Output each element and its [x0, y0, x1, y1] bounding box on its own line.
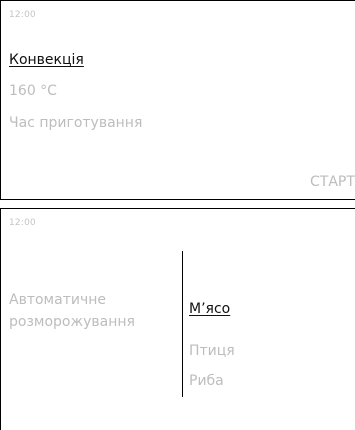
mode-convection[interactable]: Конвекція — [9, 52, 84, 68]
temperature-value[interactable]: 160 °C — [9, 83, 57, 99]
auto-defrost-program[interactable]: Автоматичне розморожування — [9, 289, 169, 333]
cooking-time-item[interactable]: Час приготування — [9, 115, 142, 131]
option-meat[interactable]: М’ясо — [189, 301, 230, 317]
option-fish[interactable]: Риба — [189, 373, 224, 389]
menu-divider — [182, 251, 183, 397]
clock: 12:00 — [9, 218, 36, 228]
oven-display-convection: 12:00 Конвекція 160 °C Час приготування … — [0, 0, 355, 200]
clock: 12:00 — [9, 10, 36, 20]
oven-display-auto-defrost: 12:00 Автоматичне розморожування М’ясо П… — [0, 208, 355, 430]
start-button[interactable]: СТАРТ — [310, 174, 355, 190]
option-poultry[interactable]: Птиця — [189, 343, 235, 359]
